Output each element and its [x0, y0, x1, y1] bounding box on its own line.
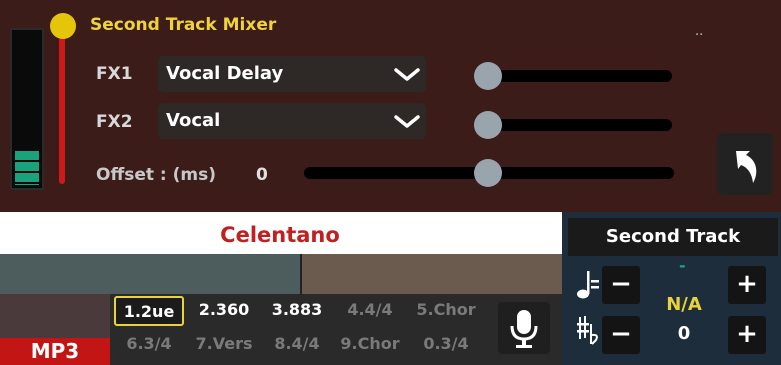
tempo-minus-button[interactable]: − — [602, 266, 640, 304]
tempo-indicator: - — [679, 256, 686, 275]
second-track-mixer-panel: Second Track Mixer .. FX1 Vocal Delay FX… — [0, 0, 781, 212]
fx2-select[interactable]: Vocal — [158, 103, 426, 139]
master-volume-track[interactable] — [59, 24, 65, 184]
back-button[interactable] — [717, 133, 773, 195]
vu-meter-level — [15, 151, 39, 185]
mixer-dots: .. — [695, 24, 704, 39]
master-volume-knob[interactable] — [50, 13, 76, 39]
fx1-value: Vocal Delay — [166, 63, 284, 84]
marker-button[interactable]: 0.3/4 — [408, 330, 484, 360]
song-progress-bar[interactable] — [0, 254, 562, 294]
offset-value: 0 — [256, 165, 268, 185]
fx2-value: Vocal — [166, 110, 221, 131]
marker-button[interactable]: 3.883 — [262, 296, 332, 326]
marker-button[interactable]: 6.3/4 — [114, 330, 184, 360]
marker-button[interactable]: 9.Chor — [336, 330, 404, 360]
fx1-label: FX1 — [96, 64, 133, 84]
fx2-level-knob[interactable] — [474, 111, 502, 139]
microphone-button[interactable] — [498, 302, 550, 354]
fx1-select[interactable]: Vocal Delay — [158, 56, 426, 92]
note-tempo-icon — [577, 271, 599, 299]
tempo-value: N/A — [666, 294, 702, 315]
offset-label: Offset : (ms) — [96, 165, 217, 185]
marker-button[interactable]: 4.4/4 — [336, 296, 404, 326]
marker-button[interactable]: 7.Vers — [190, 330, 258, 360]
second-track-title: Second Track — [568, 218, 778, 256]
marker-button[interactable]: 2.360 — [190, 296, 258, 326]
transpose-minus-button[interactable]: − — [602, 316, 640, 354]
fx1-level-knob[interactable] — [474, 62, 502, 90]
format-badge: MP3 — [0, 338, 110, 365]
back-arrow-icon — [736, 151, 757, 183]
marker-button[interactable]: 8.4/4 — [262, 330, 332, 360]
marker-button[interactable]: 5.Chor — [408, 296, 484, 326]
mixer-title: Second Track Mixer — [90, 15, 277, 35]
song-title: Celentano — [0, 216, 560, 254]
vu-meter — [10, 28, 44, 190]
offset-knob[interactable] — [474, 159, 502, 187]
fx2-level-track[interactable] — [477, 119, 672, 131]
microphone-icon — [510, 310, 538, 348]
transpose-plus-button[interactable]: + — [728, 316, 766, 354]
fx1-level-track[interactable] — [477, 70, 672, 82]
fx2-label: FX2 — [96, 112, 133, 132]
chevron-down-icon — [394, 115, 420, 128]
transpose-value: 0 — [677, 323, 691, 344]
second-track-panel: Second Track − - N/A + − 0 + — [562, 212, 781, 365]
marker-button[interactable]: 1.2ue — [114, 296, 184, 326]
chevron-down-icon — [394, 68, 420, 81]
progress-remaining — [300, 254, 562, 294]
tempo-plus-button[interactable]: + — [728, 266, 766, 304]
sharp-flat-icon — [577, 316, 598, 345]
